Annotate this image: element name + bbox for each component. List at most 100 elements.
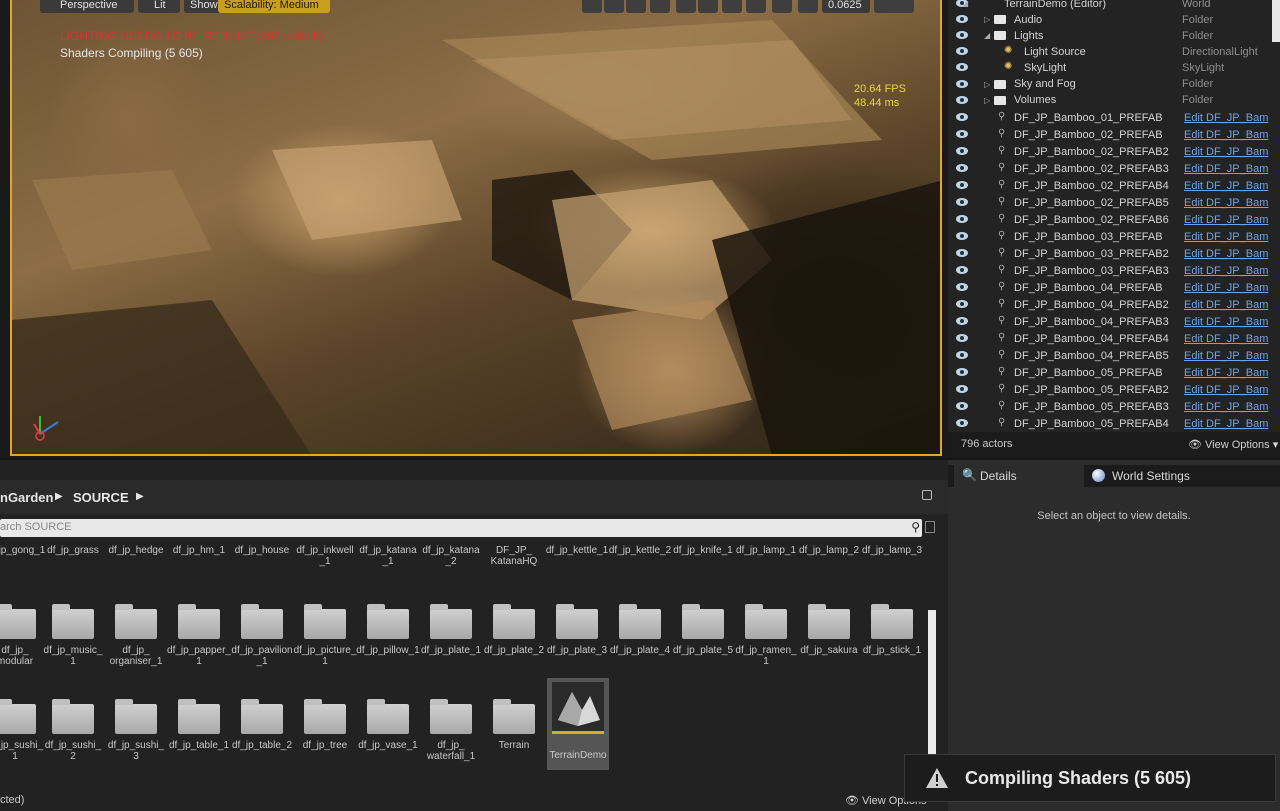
outliner-scrollbar[interactable] bbox=[1272, 0, 1280, 42]
edit-blueprint-link[interactable]: Edit DF_JP_Bam bbox=[1184, 350, 1268, 362]
asset-tile[interactable]: TerrainDemo bbox=[547, 678, 609, 770]
outliner-row[interactable]: ⚲ DF_JP_Bamboo_03_PREFAB Edit DF_JP_Bam bbox=[948, 228, 1268, 245]
expand-arrow-icon[interactable]: ▷ bbox=[984, 96, 990, 105]
visibility-eye-icon[interactable] bbox=[956, 334, 968, 342]
outliner-row[interactable]: ⚲ DF_JP_Bamboo_04_PREFAB Edit DF_JP_Bam bbox=[948, 279, 1268, 296]
visibility-eye-icon[interactable] bbox=[956, 385, 968, 393]
visibility-eye-icon[interactable] bbox=[956, 47, 968, 56]
rotate-tool-icon[interactable] bbox=[604, 0, 624, 13]
outliner-row[interactable]: ⚲ DF_JP_Bamboo_02_PREFAB6 Edit DF_JP_Bam bbox=[948, 211, 1268, 228]
visibility-eye-icon[interactable] bbox=[956, 15, 968, 24]
layout-icon[interactable] bbox=[874, 0, 914, 13]
visibility-eye-icon[interactable] bbox=[956, 300, 968, 308]
edit-blueprint-link[interactable]: Edit DF_JP_Bam bbox=[1184, 384, 1268, 396]
outliner-row[interactable]: ⚲ DF_JP_Bamboo_03_PREFAB3 Edit DF_JP_Bam bbox=[948, 262, 1268, 279]
outliner-row[interactable]: ⚲ DF_JP_Bamboo_04_PREFAB2 Edit DF_JP_Bam bbox=[948, 296, 1268, 313]
visibility-eye-icon[interactable] bbox=[956, 63, 968, 72]
asset-tile[interactable]: df_jp_lamp_2 bbox=[798, 538, 860, 578]
asset-tile[interactable]: df_jp_lamp_3 bbox=[861, 538, 923, 578]
tab-details[interactable]: 🔍 Details bbox=[954, 465, 1084, 487]
asset-tile[interactable]: df_jp_lamp_1 bbox=[735, 538, 797, 578]
edit-blueprint-link[interactable]: Edit DF_JP_Bam bbox=[1184, 316, 1268, 328]
edit-blueprint-link[interactable]: Edit DF_JP_Bam bbox=[1184, 282, 1268, 294]
outliner-row[interactable]: ⚲ DF_JP_Bamboo_05_PREFAB3 Edit DF_JP_Bam bbox=[948, 398, 1268, 415]
camera-speed-icon[interactable] bbox=[772, 0, 792, 13]
expand-arrow-open-icon[interactable]: ◢ bbox=[962, 0, 968, 8]
translate-tool-icon[interactable] bbox=[582, 0, 602, 13]
asset-tile[interactable]: df_jp_ramen_ 1 bbox=[735, 593, 797, 673]
edit-blueprint-link[interactable]: Edit DF_JP_Bam bbox=[1184, 401, 1268, 413]
asset-tile[interactable]: df_jp_plate_2 bbox=[483, 593, 545, 673]
edit-blueprint-link[interactable]: Edit DF_JP_Bam bbox=[1184, 146, 1268, 158]
visibility-eye-icon[interactable] bbox=[956, 368, 968, 376]
outliner-row[interactable]: ⚲ DF_JP_Bamboo_02_PREFAB5 Edit DF_JP_Bam bbox=[948, 194, 1268, 211]
asset-tile[interactable]: df_jp_hm_1 bbox=[168, 538, 230, 578]
breadcrumb-item-source[interactable]: SOURCE bbox=[73, 490, 129, 505]
asset-tile[interactable]: df_jp_tree bbox=[294, 688, 356, 768]
edit-blueprint-link[interactable]: Edit DF_JP_Bam bbox=[1184, 265, 1268, 277]
visibility-eye-icon[interactable] bbox=[956, 130, 968, 138]
viewport-render[interactable]: Perspective Lit Show Scalability: Medium… bbox=[10, 0, 942, 456]
expand-arrow-icon[interactable]: ▷ bbox=[984, 80, 990, 89]
asset-tile[interactable]: df_jp_kettle_1 bbox=[546, 538, 608, 578]
outliner-row[interactable]: ⚲ DF_JP_Bamboo_05_PREFAB Edit DF_JP_Bam bbox=[948, 364, 1268, 381]
visibility-eye-icon[interactable] bbox=[956, 249, 968, 257]
outliner-row[interactable]: ⚲ DF_JP_Bamboo_05_PREFAB4 Edit DF_JP_Bam bbox=[948, 415, 1268, 432]
outliner-view-options-button[interactable]: 👁 View Options ▾ bbox=[1188, 438, 1278, 451]
edit-blueprint-link[interactable]: Edit DF_JP_Bam bbox=[1184, 112, 1268, 124]
save-search-icon[interactable] bbox=[925, 521, 935, 533]
outliner-row[interactable]: ⚲ DF_JP_Bamboo_02_PREFAB Edit DF_JP_Bam bbox=[948, 126, 1268, 143]
content-scrollbar[interactable] bbox=[928, 610, 936, 755]
chevron-right-icon[interactable]: ▶ bbox=[136, 491, 144, 502]
grid-snap-icon[interactable] bbox=[698, 0, 718, 13]
asset-tile[interactable]: df_jp_plate_4 bbox=[609, 593, 671, 673]
asset-tile[interactable]: df_jp_vase_1 bbox=[357, 688, 419, 768]
visibility-eye-icon[interactable] bbox=[956, 79, 968, 88]
edit-blueprint-link[interactable]: Edit DF_JP_Bam bbox=[1184, 197, 1268, 209]
visibility-eye-icon[interactable] bbox=[956, 164, 968, 172]
edit-blueprint-link[interactable]: Edit DF_JP_Bam bbox=[1184, 299, 1268, 311]
visibility-eye-icon[interactable] bbox=[956, 266, 968, 274]
asset-tile[interactable]: df_jp_plate_3 bbox=[546, 593, 608, 673]
asset-tile[interactable]: Terrain bbox=[483, 688, 545, 768]
asset-tile[interactable]: DF_JP_ KatanaHQ bbox=[483, 538, 545, 578]
edit-blueprint-link[interactable]: Edit DF_JP_Bam bbox=[1184, 129, 1268, 141]
scale-tool-icon[interactable] bbox=[626, 0, 646, 13]
visibility-eye-icon[interactable] bbox=[956, 283, 968, 291]
visibility-eye-icon[interactable] bbox=[956, 317, 968, 325]
scale-snap-icon[interactable] bbox=[746, 0, 766, 13]
search-input[interactable]: arch SOURCE ⚲ bbox=[0, 519, 922, 537]
expand-arrow-icon[interactable]: ▷ bbox=[984, 15, 990, 24]
world-outliner[interactable]: ◢ TerrainDemo (Editor) World ▷ Audio Folder ◢ L… bbox=[948, 0, 1280, 458]
asset-grid[interactable]: df_jp_gong_1df_jp_grassdf_jp_hedgedf_jp_… bbox=[0, 538, 930, 790]
edit-blueprint-link[interactable]: Edit DF_JP_Bam bbox=[1184, 248, 1268, 260]
asset-tile[interactable]: df_jp_knife_1 bbox=[672, 538, 734, 578]
asset-tile[interactable]: df_jp_house bbox=[231, 538, 293, 578]
level-viewport[interactable]: Perspective Lit Show Scalability: Medium… bbox=[0, 0, 948, 458]
asset-tile[interactable]: df_jp_hedge bbox=[105, 538, 167, 578]
asset-tile[interactable]: df_jp_grass bbox=[42, 538, 104, 578]
rotate-snap-icon[interactable] bbox=[722, 0, 742, 13]
tab-world-settings[interactable]: World Settings bbox=[1086, 465, 1214, 487]
visibility-eye-icon[interactable] bbox=[956, 181, 968, 189]
asset-tile[interactable]: df_jp_pavilion _1 bbox=[231, 593, 293, 673]
outliner-row[interactable]: ◢ Lights Folder bbox=[948, 27, 1268, 44]
asset-tile[interactable]: df_jp_sushi_ 2 bbox=[42, 688, 104, 768]
scalability-button[interactable]: Scalability: Medium bbox=[218, 0, 330, 13]
lock-icon[interactable] bbox=[922, 490, 932, 500]
asset-tile[interactable]: df_jp_ waterfall_1 bbox=[420, 688, 482, 768]
asset-tile[interactable]: df_jp_table_2 bbox=[231, 688, 293, 768]
edit-blueprint-link[interactable]: Edit DF_JP_Bam bbox=[1184, 231, 1268, 243]
outliner-row[interactable]: ⚲ DF_JP_Bamboo_04_PREFAB5 Edit DF_JP_Bam bbox=[948, 347, 1268, 364]
outliner-row[interactable]: ⚲ DF_JP_Bamboo_01_PREFAB Edit DF_JP_Bam bbox=[948, 109, 1268, 126]
visibility-eye-icon[interactable] bbox=[956, 198, 968, 206]
surface-snap-icon[interactable] bbox=[676, 0, 696, 13]
outliner-row[interactable]: ⚲ DF_JP_Bamboo_02_PREFAB2 Edit DF_JP_Bam bbox=[948, 143, 1268, 160]
outliner-row[interactable]: ⚲ DF_JP_Bamboo_04_PREFAB3 Edit DF_JP_Bam bbox=[948, 313, 1268, 330]
outliner-row[interactable]: ⚲ DF_JP_Bamboo_02_PREFAB3 Edit DF_JP_Bam bbox=[948, 160, 1268, 177]
asset-tile[interactable]: df_jp_inkwell _1 bbox=[294, 538, 356, 578]
perspective-button[interactable]: Perspective bbox=[40, 0, 134, 13]
asset-tile[interactable]: df_jp_plate_5 bbox=[672, 593, 734, 673]
visibility-eye-icon[interactable] bbox=[956, 402, 968, 410]
asset-tile[interactable]: df_jp_sushi_ 3 bbox=[105, 688, 167, 768]
